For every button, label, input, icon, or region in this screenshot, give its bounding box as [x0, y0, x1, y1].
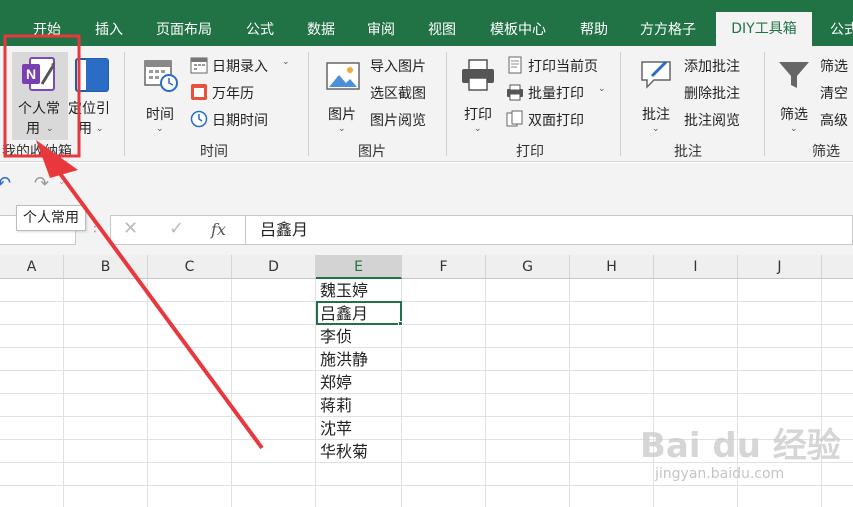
arrow-shaft — [48, 158, 264, 450]
excel-window: 开始 插入 页面布局 公式 数据 审阅 视图 模板中心 帮助 方方格子 DIY工… — [0, 0, 853, 507]
highlight-box — [3, 34, 81, 158]
annotation-overlay — [3, 34, 264, 450]
arrow-head — [36, 140, 78, 178]
